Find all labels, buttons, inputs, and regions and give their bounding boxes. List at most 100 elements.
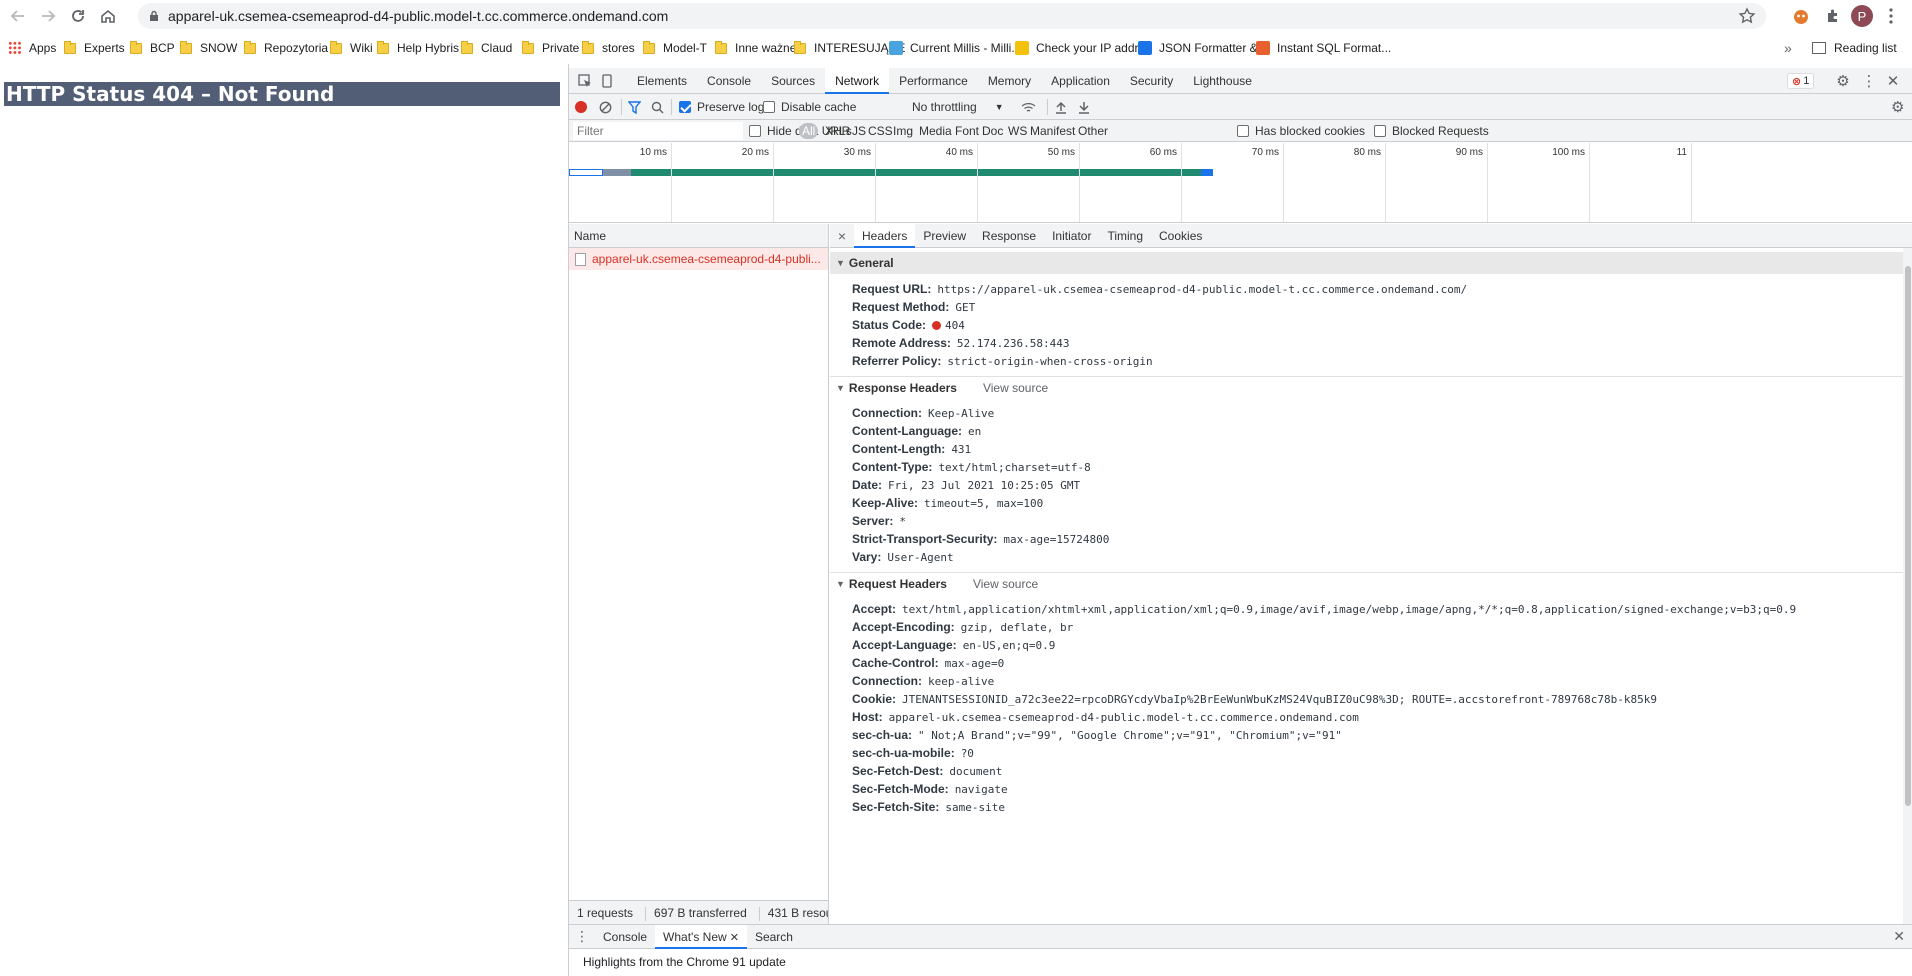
filter-input[interactable] (573, 122, 743, 140)
bookmark-instant-sql-format[interactable]: Instant SQL Format... (1256, 36, 1391, 60)
url-text[interactable]: apparel-uk.csemea-csemeaprod-d4-public.m… (168, 8, 668, 24)
tab-elements[interactable]: Elements (627, 68, 697, 94)
forward-button[interactable] (36, 4, 60, 28)
bookmark-wiki[interactable]: Wiki (330, 36, 373, 60)
header-name: Content-Length: (852, 442, 946, 456)
bookmark-snow[interactable]: SNOW (180, 36, 237, 60)
network-settings-button[interactable]: ⚙ (1891, 94, 1904, 120)
blocked-requests-checkbox[interactable]: Blocked Requests (1374, 120, 1489, 142)
details-tab-response[interactable]: Response (974, 224, 1044, 248)
extensions-puzzle-icon[interactable] (1822, 5, 1844, 27)
network-conditions-button[interactable] (1021, 94, 1037, 120)
tab-network[interactable]: Network (825, 67, 890, 94)
header-value: Keep-Alive (928, 407, 995, 420)
search-button[interactable] (651, 94, 664, 120)
scrollbar-thumb[interactable] (1905, 266, 1911, 806)
header-row: Server: * (830, 512, 1912, 530)
bookmark-label: Instant SQL Format... (1277, 41, 1392, 55)
device-toolbar-button[interactable] (597, 71, 617, 91)
error-count-badge[interactable]: ⊗ 1 (1787, 73, 1815, 89)
filter-type-js[interactable]: JS (852, 120, 866, 142)
home-button[interactable] (96, 4, 120, 28)
address-bar[interactable]: apparel-uk.csemea-csemeaprod-d4-public.m… (138, 3, 1766, 29)
bookmark-help-hybris[interactable]: Help Hybris (377, 36, 459, 60)
reading-list-button[interactable]: Reading list (1812, 36, 1897, 60)
filter-toggle-button[interactable] (628, 94, 641, 120)
details-tab-preview[interactable]: Preview (915, 224, 974, 248)
bookmark-bcp[interactable]: BCP (130, 36, 175, 60)
general-section-header[interactable]: ▼ General (830, 252, 1912, 274)
close-icon[interactable]: ✕ (727, 932, 739, 944)
bookmark-claud[interactable]: Claud (461, 36, 512, 60)
clear-button[interactable] (599, 94, 612, 120)
timeline-gridline (773, 143, 774, 222)
tab-memory[interactable]: Memory (978, 68, 1041, 94)
details-tab-headers[interactable]: Headers (854, 224, 916, 248)
bookmark-json-formatter[interactable]: JSON Formatter &... (1138, 36, 1268, 60)
bookmark-stores[interactable]: stores (582, 36, 635, 60)
details-tab-initiator[interactable]: Initiator (1044, 224, 1099, 248)
browser-menu-button[interactable] (1880, 5, 1902, 27)
bookmark-label: JSON Formatter &... (1159, 41, 1268, 55)
has-blocked-cookies-checkbox[interactable]: Has blocked cookies (1237, 120, 1365, 142)
reload-button[interactable] (66, 4, 90, 28)
devtools-menu-button[interactable]: ⋮ (1859, 71, 1879, 91)
response-view-source-link[interactable]: View source (983, 377, 1048, 399)
tab-sources[interactable]: Sources (761, 68, 825, 94)
drawer-close-button[interactable]: ✕ (1893, 928, 1905, 945)
request-headers-section-header[interactable]: ▼ Request Headers View source (830, 572, 1912, 594)
bookmark-private[interactable]: Private (522, 36, 579, 60)
close-details-button[interactable]: × (830, 228, 854, 244)
details-tab-cookies[interactable]: Cookies (1151, 224, 1210, 248)
filter-type-ws[interactable]: WS (1008, 120, 1027, 142)
filter-type-other[interactable]: Other (1078, 120, 1108, 142)
tab-application[interactable]: Application (1041, 68, 1120, 94)
bookmark-repozytoria[interactable]: Repozytoria (244, 36, 328, 60)
header-name: Accept-Encoding: (852, 620, 955, 634)
record-button[interactable] (575, 94, 587, 120)
drawer-tab-search[interactable]: Search (747, 925, 801, 949)
tab-performance[interactable]: Performance (889, 68, 978, 94)
name-column-header[interactable]: Name (569, 224, 828, 248)
response-headers-section-header[interactable]: ▼ Response Headers View source (830, 376, 1912, 398)
drawer-tab-what-s-new[interactable]: What's New ✕ (655, 924, 747, 949)
devtools-close-button[interactable]: ✕ (1883, 71, 1903, 91)
drawer-menu-button[interactable]: ⋮ (569, 928, 595, 945)
bookmark-apps[interactable]: Apps (8, 36, 56, 60)
export-har-button[interactable] (1078, 94, 1090, 120)
details-tab-timing[interactable]: Timing (1099, 224, 1151, 248)
filter-type-manifest[interactable]: Manifest (1030, 120, 1075, 142)
tab-security[interactable]: Security (1120, 68, 1183, 94)
bookmark-inne-wa-ne[interactable]: Inne ważne (715, 36, 796, 60)
import-har-button[interactable] (1055, 94, 1067, 120)
filter-type-xhr[interactable]: XHR (825, 120, 850, 142)
filter-type-img[interactable]: Img (893, 120, 913, 142)
details-scrollbar[interactable] (1903, 248, 1912, 924)
preserve-log-checkbox[interactable]: Preserve log (679, 94, 764, 120)
request-view-source-link[interactable]: View source (973, 573, 1038, 595)
filter-type-font[interactable]: Font (955, 120, 979, 142)
filter-type-css[interactable]: CSS (868, 120, 893, 142)
bookmark-model-t[interactable]: Model-T (643, 36, 707, 60)
bookmark-experts[interactable]: Experts (64, 36, 125, 60)
filter-type-media[interactable]: Media (919, 120, 952, 142)
bookmark-current-millis-milli[interactable]: Current Millis - Milli... (889, 36, 1021, 60)
extension-tampermonkey-icon[interactable] (1790, 5, 1812, 27)
disable-cache-checkbox[interactable]: Disable cache (763, 94, 856, 120)
inspect-element-button[interactable] (575, 71, 595, 91)
network-overview-timeline[interactable]: 10 ms 20 ms 30 ms 40 ms 50 ms 60 ms 70 ms 80 ms… (569, 143, 1912, 223)
tab-lighthouse[interactable]: Lighthouse (1183, 68, 1262, 94)
back-button[interactable] (6, 4, 30, 28)
bookmarks-overflow-button[interactable]: » (1784, 36, 1792, 60)
bookmark-star-icon[interactable] (1738, 7, 1756, 25)
profile-avatar-button[interactable]: P (1851, 5, 1873, 27)
filter-type-all[interactable]: All (799, 123, 819, 139)
bookmark-check-your-ip-addr[interactable]: Check your IP addr... (1015, 36, 1148, 60)
request-row[interactable]: apparel-uk.csemea-csemeaprod-d4-publi... (569, 248, 828, 270)
filter-type-doc[interactable]: Doc (982, 120, 1003, 142)
tab-console[interactable]: Console (697, 68, 761, 94)
devtools-settings-button[interactable]: ⚙ (1833, 71, 1853, 91)
drawer-tab-console[interactable]: Console (595, 925, 655, 949)
throttling-select[interactable]: No throttling ▼ (912, 94, 1004, 120)
header-row: sec-ch-ua-mobile: ?0 (830, 744, 1912, 762)
